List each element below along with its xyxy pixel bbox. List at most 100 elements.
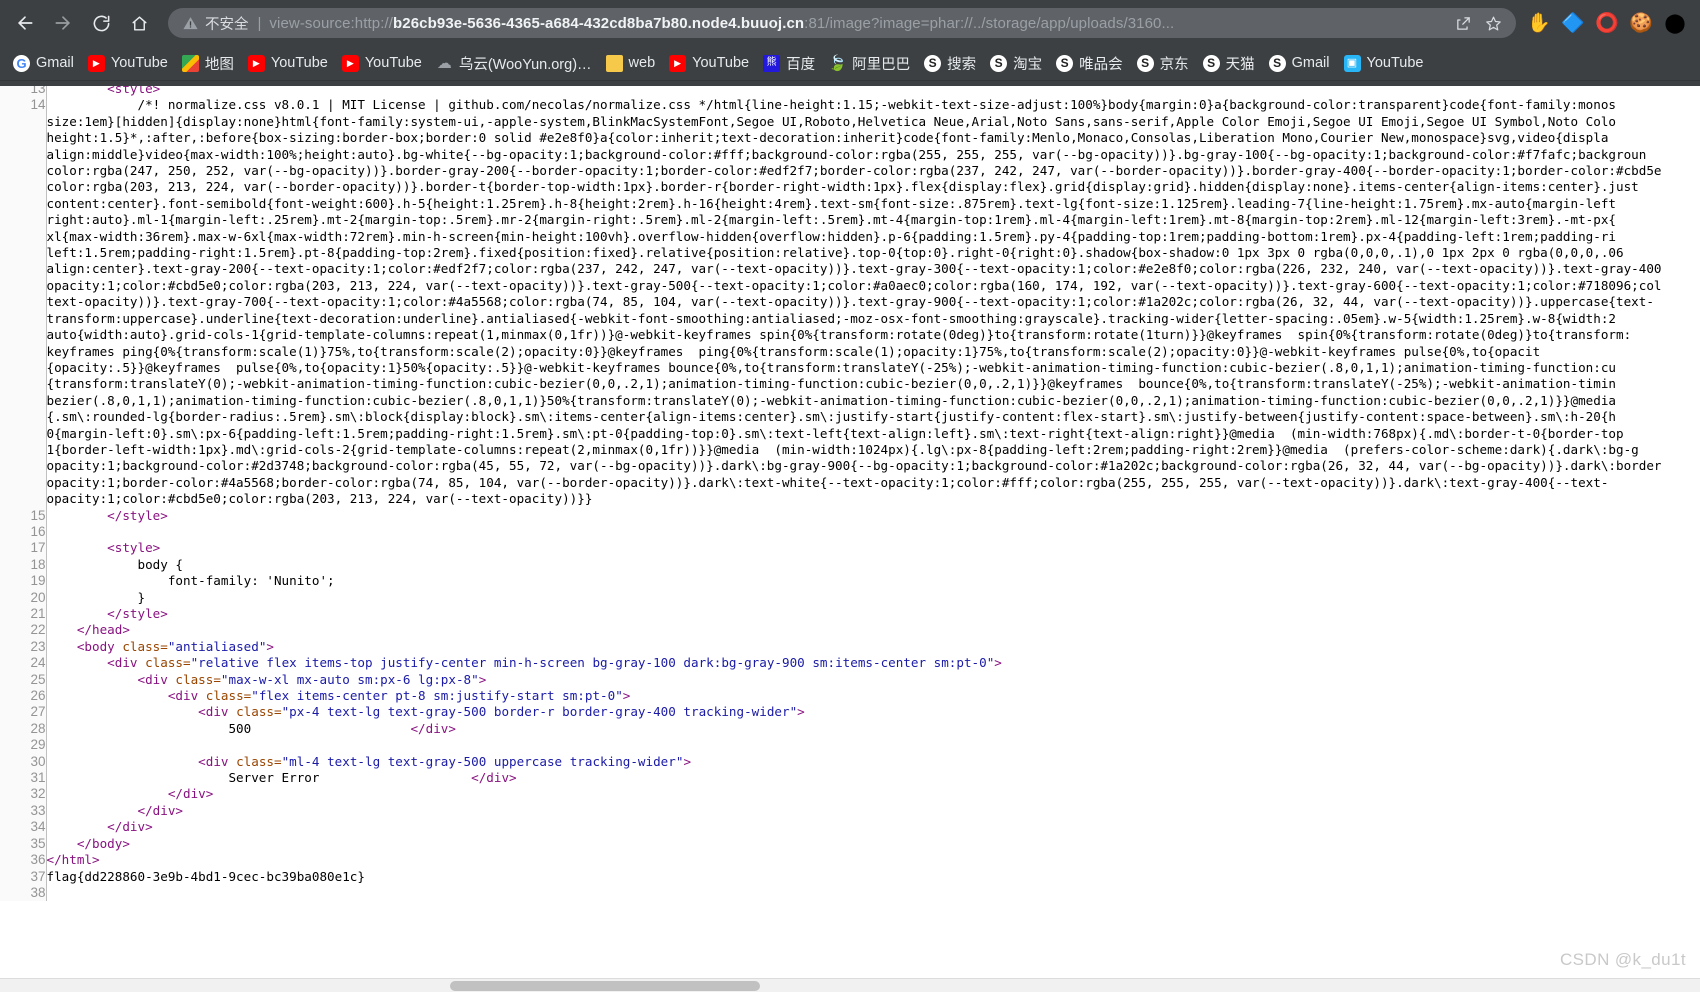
line-content[interactable]: opacity:1;color:#cbd5e0;color:rgba(203, …: [46, 278, 1662, 294]
line-content[interactable]: align:middle}video{max-width:100%;height…: [46, 147, 1661, 163]
line-number: [0, 113, 47, 131]
line-content[interactable]: body {: [46, 557, 1661, 573]
line-content[interactable]: <div class="ml-4 text-lg text-gray-500 u…: [46, 754, 1661, 770]
line-content[interactable]: opacity:1;background-color:#2d3748;backg…: [46, 458, 1662, 474]
line-number: [0, 163, 47, 180]
line-content[interactable]: {opacity:.5}}@keyframes pulse{0%,to{opac…: [46, 360, 1661, 376]
bookmark-item[interactable]: S 唯品会: [1049, 50, 1130, 76]
bookmark-item[interactable]: ▶ YouTube: [662, 50, 756, 76]
bookmark-item[interactable]: ▶ YouTube: [81, 50, 175, 76]
line-content[interactable]: </head>: [46, 622, 1661, 638]
line-number: 36: [0, 852, 47, 869]
line-content[interactable]: color:rgba(247, 250, 252, var(--bg-opaci…: [46, 163, 1662, 179]
line-content[interactable]: align:center}.text-gray-200{--text-opaci…: [46, 261, 1662, 277]
bookmark-item[interactable]: S 天猫: [1196, 50, 1262, 76]
scrollbar-thumb[interactable]: [450, 981, 760, 991]
line-content[interactable]: opacity:1;color:#cbd5e0;color:rgba(203, …: [46, 491, 1661, 507]
line-content[interactable]: </body>: [46, 836, 1661, 852]
line-content[interactable]: left:1.5rem;padding-right:1.5rem}.pt-8{p…: [46, 245, 1661, 261]
line-content[interactable]: flag{dd228860-3e9b-4bd1-9cec-bc39ba080e1…: [46, 869, 1661, 885]
line-content[interactable]: 0{margin-left:0}.sm\:px-6{padding-left:1…: [46, 426, 1661, 442]
line-content[interactable]: keyframes ping{0%{transform:scale(1)}75%…: [46, 344, 1661, 360]
line-content[interactable]: xl{max-width:36rem}.max-w-6xl{max-width:…: [46, 229, 1661, 245]
line-content[interactable]: <div class="max-w-xl mx-auto sm:px-6 lg:…: [46, 672, 1661, 688]
line-content[interactable]: <body class="antialiased">: [46, 639, 1661, 655]
bookmark-item[interactable]: ▶ YouTube: [241, 50, 335, 76]
bookmark-item[interactable]: S 京东: [1130, 50, 1196, 76]
line-content[interactable]: opacity:1;border-color:#4a5568;border-co…: [46, 475, 1661, 491]
extension-icon-cookie[interactable]: 🍪: [1624, 6, 1658, 40]
source-line: bezier(.8,0,1,1);animation-timing-functi…: [0, 392, 1661, 410]
bookmark-item[interactable]: S Gmail: [1262, 50, 1337, 76]
line-content[interactable]: <div class="relative flex items-top just…: [46, 655, 1661, 671]
forward-button[interactable]: [46, 6, 80, 40]
code-token-txt: {.sm\:rounded-lg{border-radius:.5rem}.sm…: [46, 409, 1617, 425]
line-number: 24: [0, 655, 47, 672]
line-content[interactable]: Server Error </div>: [46, 770, 1661, 786]
line-content[interactable]: right:auto}.ml-1{margin-left:.25rem}.mt-…: [46, 212, 1661, 228]
bookmark-item[interactable]: G Gmail: [6, 50, 81, 76]
line-content[interactable]: }: [46, 590, 1661, 606]
bookmark-item[interactable]: ☁ 乌云(WooYun.org)…: [429, 50, 599, 76]
bookmark-item[interactable]: 熊百度: [756, 50, 822, 76]
line-content[interactable]: bezier(.8,0,1,1);animation-timing-functi…: [46, 393, 1661, 409]
line-number: [0, 294, 47, 311]
home-button[interactable]: [122, 6, 156, 40]
source-line: 36 </html>: [0, 852, 1661, 869]
share-icon[interactable]: [1450, 10, 1476, 36]
extension-icon-ring[interactable]: ⭕: [1590, 6, 1624, 40]
line-content[interactable]: content:center}.font-semibold{font-weigh…: [46, 196, 1661, 212]
extension-icon-dark[interactable]: ⬤: [1658, 6, 1692, 40]
line-content[interactable]: </div>: [46, 786, 1661, 802]
line-number: [0, 277, 47, 295]
address-bar[interactable]: 不安全 | view-source:http://b26cb93e-5636-4…: [168, 8, 1516, 38]
line-content[interactable]: height:1.5}*,:after,:before{box-sizing:b…: [46, 130, 1661, 146]
bookmark-item[interactable]: ▶ YouTube: [335, 50, 429, 76]
line-content[interactable]: </div>: [46, 819, 1661, 835]
line-content[interactable]: 1{border-left-width:1px}.md\:grid-cols-2…: [46, 442, 1661, 458]
line-number: 35: [0, 835, 47, 853]
line-content[interactable]: [46, 737, 1661, 753]
line-content[interactable]: auto{width:auto}.grid-cols-1{grid-templa…: [46, 327, 1661, 343]
bookmark-item[interactable]: S 搜索: [917, 50, 983, 76]
url-text[interactable]: view-source:http://b26cb93e-5636-4365-a6…: [269, 15, 1446, 32]
bookmark-label: YouTube: [270, 55, 328, 71]
line-content[interactable]: </style>: [46, 508, 1661, 524]
line-content[interactable]: [46, 885, 1661, 901]
line-content[interactable]: color:rgba(203, 213, 224, var(--border-o…: [46, 179, 1661, 195]
bookmark-item[interactable]: web: [599, 50, 663, 76]
line-content[interactable]: [46, 524, 1661, 540]
line-content[interactable]: size:1em}[hidden]{display:none}html{font…: [46, 114, 1661, 130]
line-content[interactable]: /*! normalize.css v8.0.1 | MIT License |…: [46, 97, 1661, 113]
bookmark-item[interactable]: S 淘宝: [983, 50, 1049, 76]
line-content[interactable]: <div class="px-4 text-lg text-gray-500 b…: [46, 704, 1661, 720]
line-content[interactable]: </html>: [46, 852, 1661, 868]
line-content[interactable]: {.sm\:rounded-lg{border-radius:.5rem}.sm…: [46, 409, 1661, 425]
line-content[interactable]: text-opacity))}.text-gray-700{--text-opa…: [46, 294, 1661, 310]
extension-icon-stop[interactable]: ✋: [1522, 6, 1556, 40]
reload-button[interactable]: [84, 6, 118, 40]
line-number: [0, 458, 47, 475]
horizontal-scrollbar[interactable]: [0, 978, 1700, 992]
line-content[interactable]: {transform:translateY(0);-webkit-animati…: [46, 376, 1661, 392]
line-content[interactable]: <style>: [46, 540, 1661, 556]
line-content[interactable]: <div class="flex items-center pt-8 sm:ju…: [46, 688, 1661, 704]
code-token-tag: >: [478, 671, 487, 687]
bookmarks-bar: G Gmail ▶ YouTube 地图 ▶ YouTube ▶ YouTube ☁ 乌云(WooY…: [0, 46, 1700, 81]
line-content[interactable]: transform:uppercase}.underline{text-deco…: [46, 311, 1661, 327]
line-number: 19: [0, 573, 47, 590]
back-button[interactable]: [8, 6, 42, 40]
extension-icon-layers[interactable]: 🔷: [1556, 6, 1590, 40]
bookmark-item[interactable]: 地图: [175, 50, 241, 76]
line-number: 26: [0, 688, 47, 705]
line-number: 17: [0, 540, 47, 557]
line-content[interactable]: 500 </div>: [46, 721, 1661, 737]
line-number: [0, 343, 47, 360]
bookmark-star-icon[interactable]: [1480, 10, 1506, 36]
bookmark-item[interactable]: 🍃 阿里巴巴: [822, 50, 917, 76]
bookmark-item[interactable]: ▣ YouTube: [1337, 50, 1431, 76]
line-content[interactable]: </div>: [46, 803, 1661, 819]
line-content[interactable]: </style>: [46, 606, 1661, 622]
line-content[interactable]: font-family: 'Nunito';: [46, 573, 1661, 589]
